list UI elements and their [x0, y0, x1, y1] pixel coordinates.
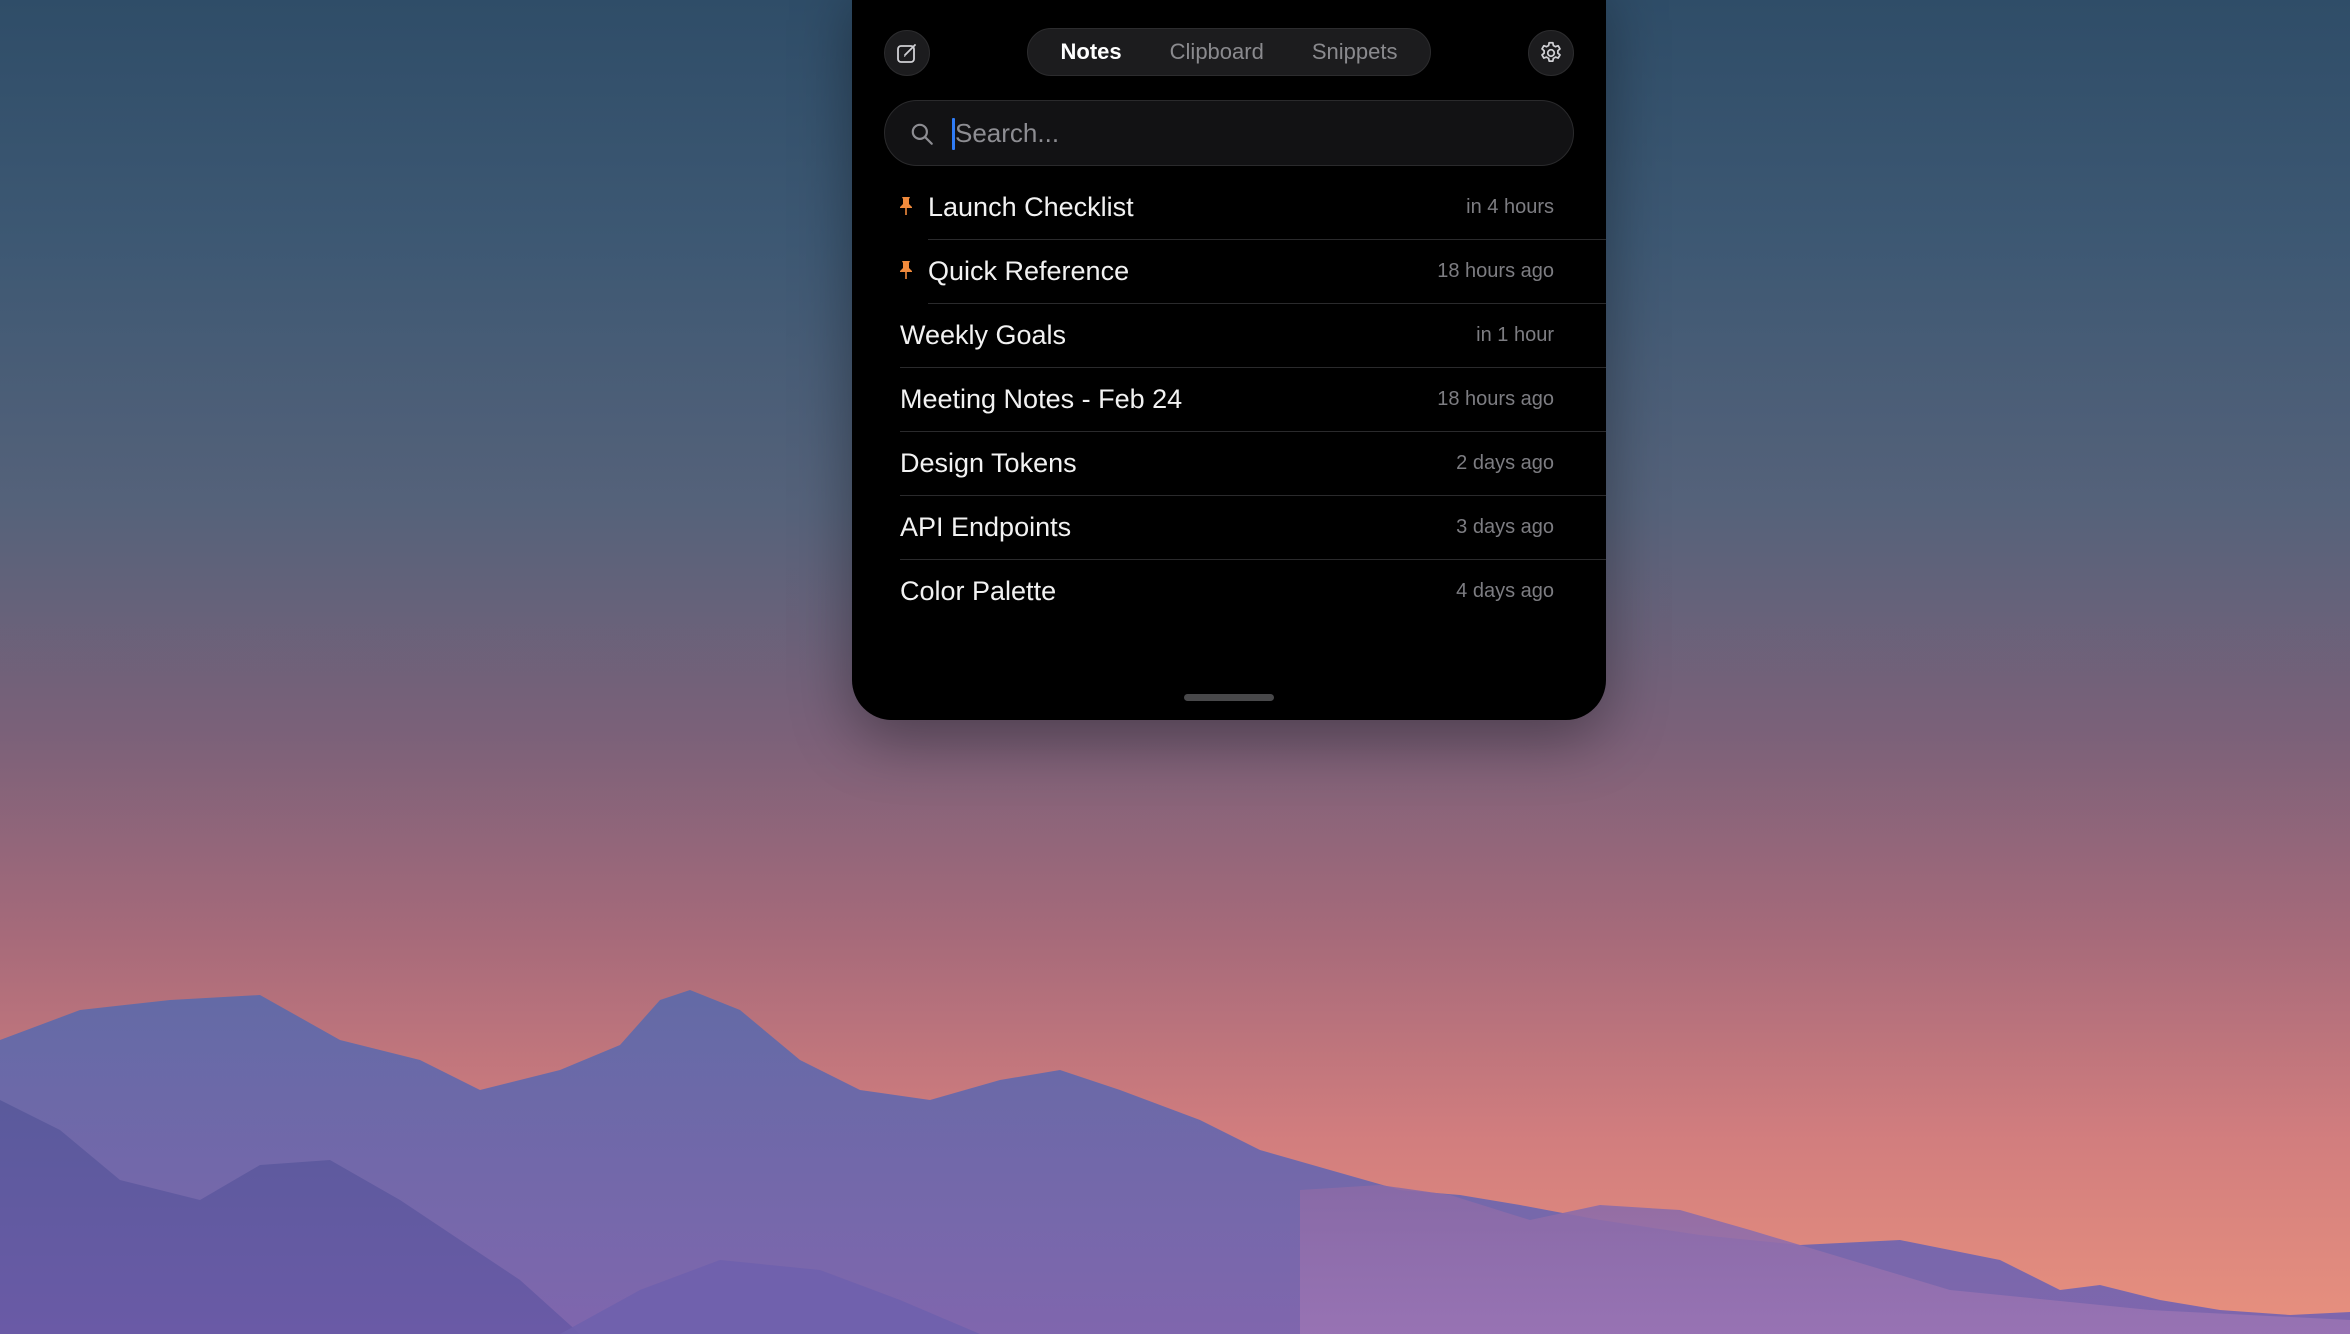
note-timestamp: 4 days ago	[1456, 580, 1554, 602]
view-switcher: Notes Clipboard Snippets	[1027, 28, 1431, 76]
gear-icon	[1541, 41, 1561, 62]
tab-notes[interactable]: Notes	[1037, 30, 1146, 74]
notes-list: Launch Checklist in 4 hours Quick Referenc…	[852, 176, 1606, 624]
search-bar	[884, 100, 1574, 166]
compose-button[interactable]	[884, 30, 930, 76]
note-timestamp: 18 hours ago	[1437, 260, 1554, 282]
settings-button[interactable]	[1528, 30, 1574, 76]
note-item[interactable]: Meeting Notes - Feb 24 18 hours ago	[852, 368, 1606, 432]
tab-snippets[interactable]: Snippets	[1288, 30, 1422, 74]
compose-icon	[897, 44, 916, 63]
resize-handle[interactable]	[1184, 694, 1274, 701]
note-title: Meeting Notes - Feb 24	[900, 384, 1183, 414]
tab-clipboard[interactable]: Clipboard	[1146, 30, 1288, 74]
note-title: Color Palette	[900, 576, 1057, 606]
note-timestamp: in 4 hours	[1466, 196, 1554, 218]
pin-icon	[900, 261, 912, 279]
note-timestamp: 18 hours ago	[1437, 388, 1554, 410]
note-title: Quick Reference	[928, 256, 1130, 286]
notes-popover: Notes Clipboard Snippets Launch Checklis…	[852, 0, 1606, 720]
note-title: Weekly Goals	[900, 320, 1067, 350]
note-title: API Endpoints	[900, 512, 1072, 542]
note-item[interactable]: Launch Checklist in 4 hours	[852, 176, 1606, 240]
search-icon	[911, 123, 933, 145]
pin-icon	[900, 197, 912, 215]
note-timestamp: in 1 hour	[1476, 324, 1554, 346]
note-timestamp: 3 days ago	[1456, 516, 1554, 538]
note-item[interactable]: Design Tokens 2 days ago	[852, 432, 1606, 496]
note-item[interactable]: Weekly Goals in 1 hour	[852, 304, 1606, 368]
note-timestamp: 2 days ago	[1456, 452, 1554, 474]
search-input[interactable]	[955, 111, 1555, 155]
note-title: Design Tokens	[900, 448, 1077, 478]
note-item[interactable]: Color Palette 4 days ago	[852, 560, 1606, 624]
note-item[interactable]: Quick Reference 18 hours ago	[852, 240, 1606, 304]
note-title: Launch Checklist	[928, 192, 1134, 222]
note-item[interactable]: API Endpoints 3 days ago	[852, 496, 1606, 560]
desktop-wallpaper: Notes Clipboard Snippets Launch Checklis…	[0, 0, 2350, 1334]
